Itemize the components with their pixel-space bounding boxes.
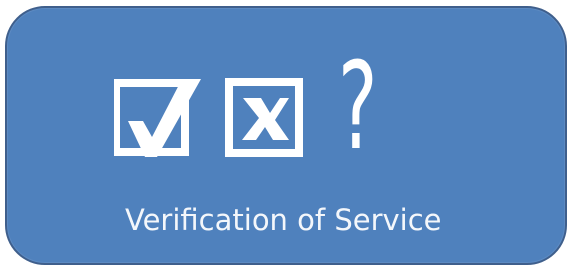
- status-icons-svg: [114, 78, 303, 157]
- verification-of-service-tile[interactable]: ? Verification of Service: [5, 6, 567, 265]
- question-mark-icon: ?: [338, 38, 378, 177]
- checkbox-x-icon: [225, 78, 303, 157]
- checkbox-checked-icon: [114, 79, 201, 157]
- tile-caption: Verification of Service: [125, 203, 442, 237]
